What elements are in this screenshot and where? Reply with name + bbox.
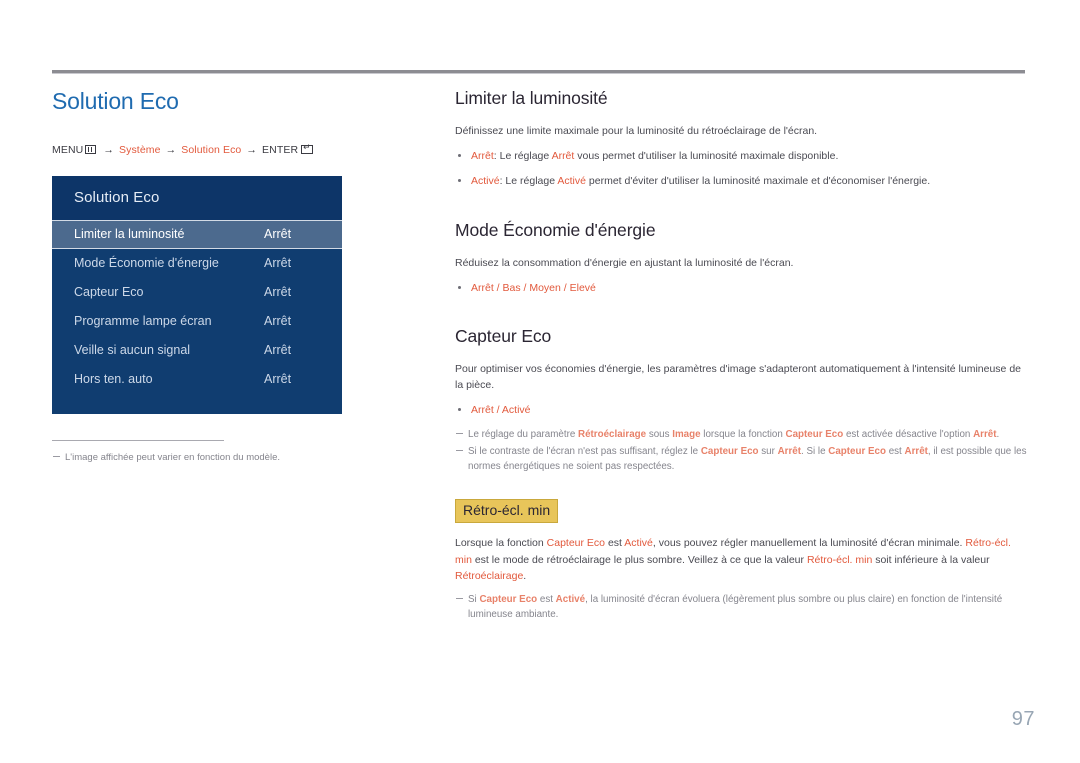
note-a1: Rétroéclairage (578, 428, 647, 440)
osd-row-programme-lampe-ecran[interactable]: Programme lampe écran Arrêt (52, 307, 342, 336)
left-footnote-block: L'image affichée peut varier en fonction… (52, 440, 282, 465)
menu-bars-icon (85, 144, 97, 154)
paragraph-mode-economie-intro: Réduisez la consommation d'énergie en aj… (455, 256, 794, 269)
bullet-text-a: : Le réglage (499, 175, 558, 188)
breadcrumb-arrow-3: → (246, 143, 258, 156)
note-t3: lorsque la fonction (700, 428, 786, 440)
page-title: Solution Eco (52, 88, 179, 114)
enter-key-icon (301, 142, 314, 154)
bullet-mode-economie-options: Arrêt / Bas / Moyen / Elevé (455, 280, 1027, 296)
bullet-term-inline: Activé (557, 175, 586, 188)
osd-row-value: Arrêt (264, 313, 292, 328)
right-column: Limiter la luminosité Définissez une lim… (455, 88, 1027, 625)
bullet-text-b: permet d'éviter d'utiliser la luminosité… (585, 175, 931, 188)
osd-menu-title: Solution Eco (52, 176, 342, 221)
note-a2: Arrêt (777, 446, 802, 458)
breadcrumb: MENU → Système → Solution Eco → ENTER (52, 142, 412, 158)
header-divider (52, 70, 1025, 74)
heading-capteur-eco: Capteur Eco (455, 326, 552, 347)
osd-row-value: Arrêt (264, 342, 292, 357)
note-t1: Le réglage du paramètre (468, 428, 579, 440)
osd-row-label: Mode Économie d'énergie (74, 255, 219, 270)
para-t3: , vous pouvez régler manuellement la lum… (652, 537, 966, 550)
para-t5: soit inférieure à la valeur (872, 553, 990, 566)
note-a3: Capteur Eco (828, 446, 886, 458)
bullet-text-b: vous permet d'utiliser la luminosité max… (574, 150, 839, 163)
footnote-divider (52, 440, 224, 442)
note-retro-ecl-min-1: Si Capteur Eco est Activé, la luminosité… (455, 593, 1027, 622)
osd-row-label: Limiter la luminosité (74, 226, 185, 241)
breadcrumb-arrow-2: → (165, 143, 177, 156)
heading-retro-ecl-min: Rétro-écl. min (455, 498, 559, 524)
note-a4: Arrêt (973, 428, 997, 440)
note-capteur-eco-1: Le réglage du paramètre Rétroéclairage s… (455, 428, 1027, 443)
bullet-limiter-active: Activé: Le réglage Activé permet d'évite… (455, 173, 1027, 189)
osd-row-mode-economie-denergie[interactable]: Mode Économie d'énergie Arrêt (52, 249, 342, 278)
paragraph-limiter-intro: Définissez une limite maximale pour la l… (455, 124, 818, 137)
note-a2: Activé (555, 594, 586, 606)
breadcrumb-step-solution-eco: Solution Eco (181, 143, 242, 156)
bullet-options-text: Arrêt / Activé (471, 404, 531, 417)
osd-row-limiter-la-luminosite[interactable]: Limiter la luminosité Arrêt (52, 220, 342, 250)
note-a1: Capteur Eco (700, 446, 759, 458)
note-t2: sur (758, 446, 778, 458)
breadcrumb-enter-label: ENTER (262, 143, 299, 156)
paragraph-retro-ecl-min: Lorsque la fonction Capteur Eco est Acti… (455, 535, 1027, 584)
para-t1: Lorsque la fonction (455, 537, 547, 550)
heading-limiter-la-luminosite: Limiter la luminosité (455, 88, 608, 108)
osd-menu-screenshot: Solution Eco Limiter la luminosité Arrêt… (52, 176, 342, 415)
bullet-options-text: Arrêt / Bas / Moyen / Elevé (471, 281, 596, 294)
osd-row-capteur-eco[interactable]: Capteur Eco Arrêt (52, 278, 342, 307)
breadcrumb-step-systeme: Système (119, 143, 161, 156)
document-page: Solution Eco MENU → Système → Solution E… (0, 0, 1080, 763)
retro-ecl-min-notes: Si Capteur Eco est Activé, la luminosité… (455, 593, 1027, 622)
note-t5: . (996, 428, 1000, 440)
osd-menu-rows: Limiter la luminosité Arrêt Mode Économi… (52, 220, 342, 414)
bullet-text-a: : Le réglage (493, 150, 552, 163)
note-t4: est activée désactive l'option (843, 428, 974, 440)
note-t1: Si (468, 594, 480, 606)
heading-mode-economie-denergie: Mode Économie d'énergie (455, 219, 656, 240)
section-retro-ecl-min: Rétro-écl. min Lorsque la fonction Capte… (455, 498, 1027, 623)
para-t2: est (605, 537, 625, 550)
osd-row-value: Arrêt (264, 284, 292, 299)
note-a4: Arrêt (904, 446, 928, 458)
note-t2: sous (646, 428, 673, 440)
osd-row-label: Veille si aucun signal (74, 342, 191, 357)
capteur-eco-notes: Le réglage du paramètre Rétroéclairage s… (455, 428, 1027, 475)
page-number: 97 (1011, 708, 1035, 730)
osd-row-value: Arrêt (264, 371, 292, 386)
note-a1: Capteur Eco (479, 594, 538, 606)
breadcrumb-menu-label: MENU (52, 143, 84, 156)
osd-row-label: Hors ten. auto (74, 371, 153, 386)
osd-row-label: Capteur Eco (74, 284, 144, 299)
note-capteur-eco-2: Si le contraste de l'écran n'est pas suf… (455, 445, 1027, 474)
bullet-term: Activé (471, 175, 500, 188)
breadcrumb-arrow-1: → (103, 143, 114, 156)
note-t4: est (885, 446, 905, 458)
para-a2: Activé (624, 537, 653, 550)
para-a4: Rétro-écl. min (806, 553, 873, 566)
left-footnote-text: L'image affichée peut varier en fonction… (52, 451, 282, 465)
bullet-limiter-arret: Arrêt: Le réglage Arrêt vous permet d'ut… (455, 148, 1027, 164)
para-t4: est le mode de rétroéclairage le plus so… (471, 553, 807, 566)
para-a1: Capteur Eco (546, 537, 606, 550)
para-a5: Rétroéclairage (455, 569, 524, 582)
para-t6: . (523, 569, 527, 582)
osd-row-label: Programme lampe écran (74, 313, 212, 328)
bullet-term: Arrêt (471, 150, 494, 163)
note-t1: Si le contraste de l'écran n'est pas suf… (468, 446, 701, 458)
left-column: Solution Eco MENU → Système → Solution E… (52, 88, 412, 465)
bullet-capteur-eco-options: Arrêt / Activé (455, 402, 1027, 418)
osd-row-hors-ten-auto[interactable]: Hors ten. auto Arrêt (52, 365, 342, 394)
osd-row-veille-si-aucun-signal[interactable]: Veille si aucun signal Arrêt (52, 336, 342, 365)
note-t3: . Si le (801, 446, 829, 458)
note-a3: Capteur Eco (785, 428, 844, 440)
note-a2: Image (672, 428, 701, 440)
bullet-term-inline: Arrêt (551, 150, 575, 163)
osd-row-value: Arrêt (264, 255, 292, 270)
note-t2: est (537, 594, 556, 606)
paragraph-capteur-eco-intro: Pour optimiser vos économies d'énergie, … (455, 362, 1021, 392)
osd-row-value: Arrêt (264, 226, 292, 241)
